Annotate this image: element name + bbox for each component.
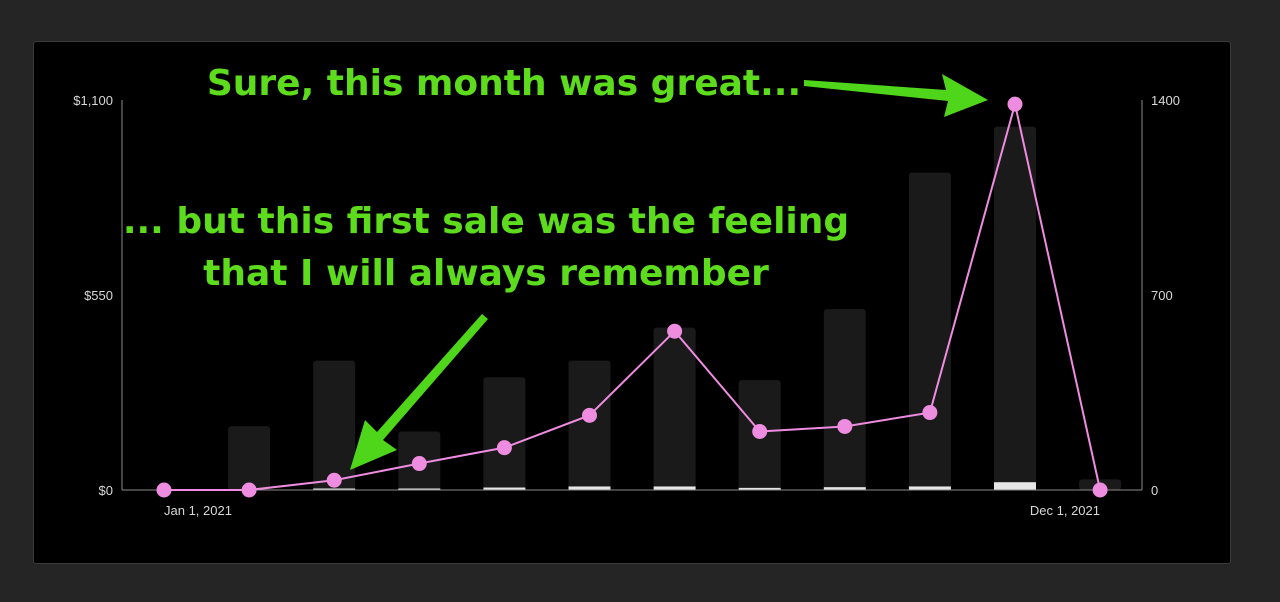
line-series [164,103,1102,491]
bar-overlay [908,486,951,490]
line-points-layer [156,96,1108,498]
left-tick-label-zero: $0 [99,483,113,498]
line-point [326,472,342,488]
bar-overlay [994,482,1036,490]
bar [313,360,356,490]
bar [823,309,866,490]
line-point [156,482,172,498]
arrow-to-peak-icon [804,74,988,117]
annotation-first-sale-line1: ... but this first sale was the feeling [123,201,849,242]
line-point [582,407,597,423]
left-tick-label-top: $1,100 [73,93,113,108]
x-tick-label-end: Dec 1, 2021 [1030,503,1100,518]
line-point [1007,96,1023,112]
x-tick-label-start: Jan 1, 2021 [164,503,232,518]
bar-overlay [568,486,611,490]
annotation-great-month: Sure, this month was great... [207,63,801,104]
bar [653,327,696,490]
line-point [837,418,853,434]
bar [908,172,951,490]
right-tick-label-zero: 0 [1151,483,1158,498]
bar [994,126,1036,490]
line-point [1092,482,1108,498]
right-tick-label-top: 1400 [1151,93,1180,108]
bar-overlay [653,486,696,490]
bar [228,426,271,490]
line-point [922,405,938,421]
right-tick-label-mid: 700 [1151,288,1173,303]
line-point [752,424,768,439]
line-point [667,323,683,339]
sales-chart: $1,100 $550 $0 1400 700 0 Jan 1, 2021 De… [73,63,1180,518]
bar [483,377,526,490]
line-point [241,482,257,498]
bar [568,360,611,490]
line-point [496,440,512,456]
line-point [411,456,427,472]
annotation-first-sale-line2: that I will always remember [203,253,769,294]
left-tick-label-mid: $550 [84,288,113,303]
